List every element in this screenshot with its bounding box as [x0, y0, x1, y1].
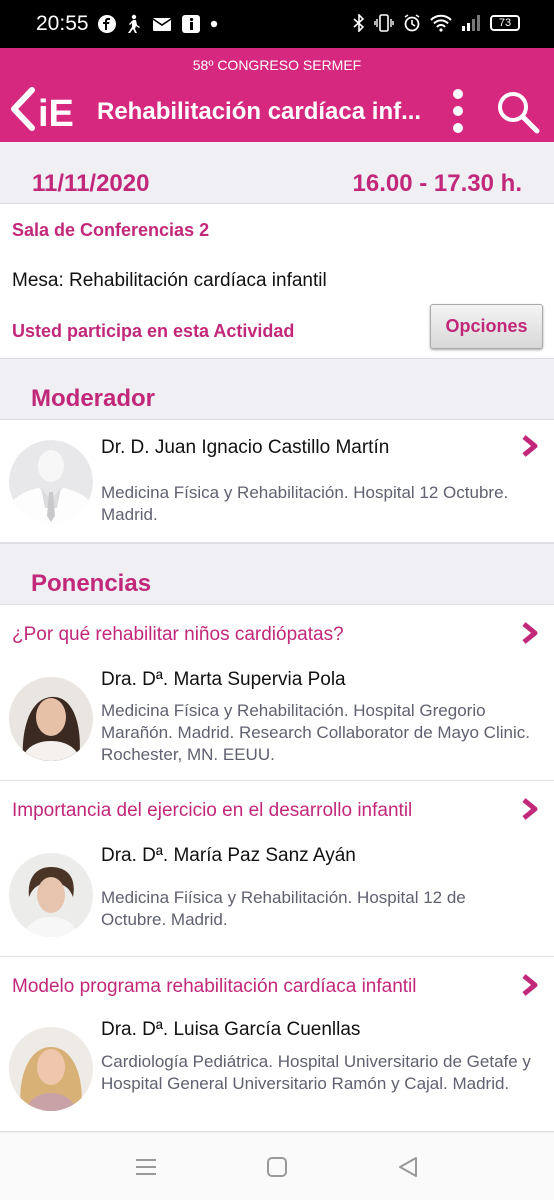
speaker-affiliation: Cardiología Pediátrica. Hospital Univers… — [101, 1052, 531, 1093]
system-navigation-bar — [0, 1132, 554, 1200]
avatar-placeholder — [9, 440, 93, 524]
app-bar: 58º CONGRESO SERMEF iE Rehabilitación ca… — [0, 48, 554, 142]
status-bar: 20:55 73 — [0, 0, 554, 48]
talks-heading: Ponencias — [31, 570, 152, 597]
talk-item[interactable]: Importancia del ejercicio en el desarrol… — [0, 781, 554, 957]
search-icon[interactable] — [496, 90, 540, 134]
menu-icon[interactable] — [133, 1155, 159, 1179]
facebook-icon — [98, 15, 116, 33]
talk-title: ¿Por qué rehabilitar niños cardiópatas? — [12, 624, 344, 645]
options-button[interactable]: Opciones — [430, 304, 543, 349]
session-info: Sala de Conferencias 2 Mesa: Rehabilitac… — [0, 204, 554, 358]
signal-icon — [462, 15, 480, 31]
talk-item[interactable]: Modelo programa rehabilitación cardíaca … — [0, 957, 554, 1132]
wifi-icon — [430, 14, 452, 32]
talk-title: Modelo programa rehabilitación cardíaca … — [12, 976, 417, 997]
date-bar: 11/11/2020 16.00 - 17.30 h. — [0, 142, 554, 204]
vibrate-icon — [374, 14, 394, 32]
page-title: Rehabilitación cardíaca inf... — [97, 98, 422, 125]
status-time: 20:55 — [36, 12, 89, 35]
alarm-icon — [404, 14, 420, 32]
chevron-right-icon[interactable] — [519, 434, 541, 458]
app-logo: iE — [38, 93, 74, 132]
accessibility-icon — [128, 14, 140, 33]
dot-icon — [210, 20, 218, 28]
more-vertical-icon[interactable] — [446, 88, 470, 134]
moderator-affiliation: Medicina Física y Rehabilitación. Hospit… — [101, 483, 509, 524]
talk-item[interactable]: ¿Por qué rehabilitar niños cardiópatas? … — [0, 605, 554, 781]
session-room: Sala de Conferencias 2 — [12, 220, 210, 240]
battery-indicator: 73 — [490, 15, 520, 31]
participation-status: Usted participa en esta Actividad — [12, 321, 295, 341]
system-icons: 73 — [353, 14, 520, 32]
info-icon — [182, 15, 200, 33]
moderator-name: Dr. D. Juan Ignacio Castillo Martín — [101, 437, 390, 458]
speaker-name: Dra. Dª. Luisa García Cuenllas — [101, 1019, 361, 1040]
moderator-section-header: Moderador — [0, 358, 554, 420]
session-date: 11/11/2020 — [32, 170, 150, 197]
chevron-right-icon[interactable] — [519, 973, 541, 997]
bluetooth-icon — [353, 14, 365, 32]
talks-section-header: Ponencias — [0, 543, 554, 605]
speaker-affiliation: Medicina Física y Rehabilitación. Hospit… — [101, 701, 530, 764]
session-mesa: Mesa: Rehabilitación cardíaca infantil — [12, 270, 327, 291]
person-silhouette-icon — [9, 440, 93, 524]
congress-name: 58º CONGRESO SERMEF — [192, 57, 362, 73]
back-icon[interactable]: iE — [10, 86, 80, 132]
speaker-affiliation: Medicina Fiísica y Rehabilitación. Hospi… — [101, 888, 466, 929]
speaker-photo — [9, 853, 93, 937]
mail-icon — [152, 18, 172, 31]
speaker-photo — [9, 1027, 93, 1111]
chevron-right-icon[interactable] — [519, 621, 541, 645]
speaker-photo — [9, 677, 93, 761]
talk-title: Importancia del ejercicio en el desarrol… — [12, 800, 413, 821]
session-hours: 16.00 - 17.30 h. — [352, 170, 522, 197]
home-icon[interactable] — [264, 1155, 290, 1179]
moderator-item[interactable]: Dr. D. Juan Ignacio Castillo Martín Medi… — [0, 420, 554, 543]
chevron-right-icon[interactable] — [519, 797, 541, 821]
speaker-name: Dra. Dª. Marta Supervia Pola — [101, 669, 346, 690]
back-triangle-icon[interactable] — [395, 1155, 421, 1179]
speaker-name: Dra. Dª. María Paz Sanz Ayán — [101, 845, 356, 866]
notification-icons — [98, 14, 218, 34]
moderator-heading: Moderador — [31, 385, 156, 412]
